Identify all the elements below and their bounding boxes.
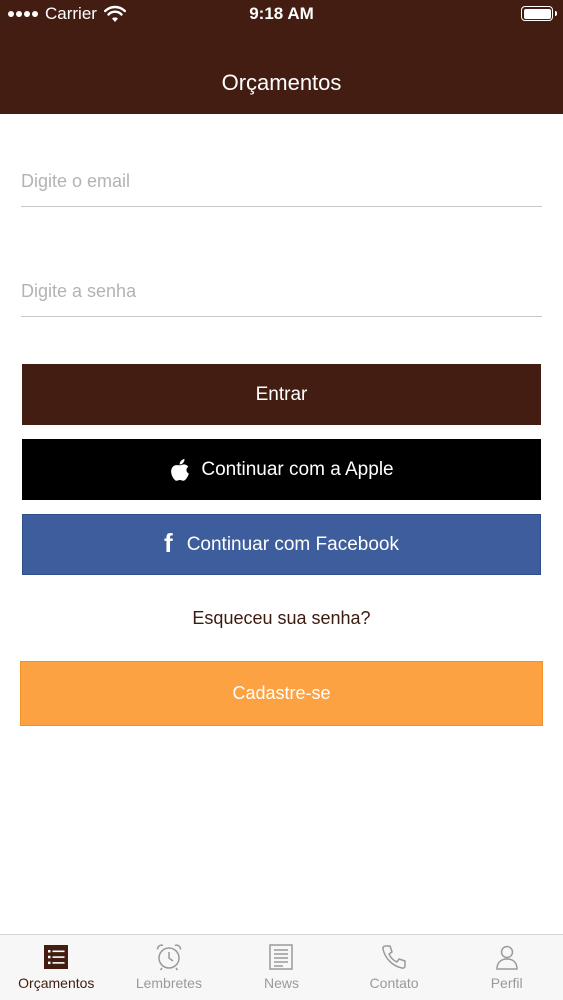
facebook-button-label: Continuar com Facebook (186, 533, 399, 555)
tab-label: Perfil (490, 975, 523, 991)
password-field-container (21, 267, 542, 317)
newspaper-icon (269, 944, 294, 970)
email-field[interactable] (21, 157, 542, 206)
tab-bar: Orçamentos Lembretes News Contato Perfil (0, 934, 563, 1000)
login-button[interactable]: Entrar (22, 364, 541, 425)
facebook-icon: f (164, 528, 173, 558)
tab-contato[interactable]: Contato (338, 935, 451, 1000)
password-field[interactable] (21, 267, 542, 316)
tab-orcamentos[interactable]: Orçamentos (0, 935, 113, 1000)
email-field-container (21, 157, 542, 207)
tab-news[interactable]: News (225, 935, 338, 1000)
tab-lembretes[interactable]: Lembretes (113, 935, 226, 1000)
tab-label: News (263, 975, 299, 991)
facebook-signin-button[interactable]: f Continuar com Facebook (22, 514, 541, 575)
tab-label: Contato (369, 975, 419, 991)
phone-icon (382, 945, 406, 969)
person-icon (495, 945, 518, 970)
login-button-label: Entrar (255, 383, 308, 405)
apple-icon (171, 459, 190, 481)
signup-button-label: Cadastre-se (232, 683, 331, 703)
apple-signin-button[interactable]: Continuar com a Apple (22, 439, 541, 500)
alarm-clock-icon (156, 944, 182, 971)
app-header: Carrier 9:18 AM Orçamentos (0, 0, 563, 114)
forgot-password-link[interactable]: Esqueceu sua senha? (0, 608, 563, 629)
page-title: Orçamentos (221, 70, 342, 95)
tab-label: Orçamentos (18, 975, 95, 991)
signup-button[interactable]: Cadastre-se (20, 661, 543, 726)
apple-button-label: Continuar com a Apple (201, 458, 394, 480)
battery-icon (521, 6, 557, 21)
tab-perfil[interactable]: Perfil (450, 935, 563, 1000)
list-icon (44, 945, 69, 969)
tab-label: Lembretes (135, 975, 202, 991)
status-time: 9:18 AM (249, 4, 314, 23)
